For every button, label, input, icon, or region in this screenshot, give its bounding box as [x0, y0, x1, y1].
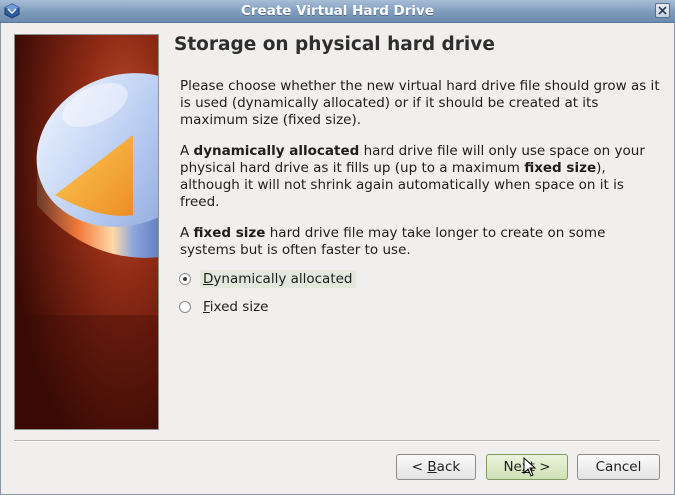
- window-title: Create Virtual Hard Drive: [240, 3, 434, 19]
- dynamically-allocated-option[interactable]: Dynamically allocated: [178, 269, 356, 289]
- fixed-size-option[interactable]: Fixed size: [178, 297, 271, 317]
- description-dynamic: A dynamically allocated hard drive file …: [180, 143, 645, 210]
- close-icon: [658, 6, 667, 15]
- cancel-button[interactable]: Cancel: [577, 454, 660, 480]
- fixed-size-label[interactable]: Fixed size: [200, 298, 271, 316]
- close-button[interactable]: [655, 3, 670, 18]
- fixed-size-radio[interactable]: [179, 301, 191, 313]
- dynamically-allocated-label[interactable]: Dynamically allocated: [200, 270, 356, 288]
- mouse-pointer-icon: [523, 457, 537, 477]
- title-bar[interactable]: Create Virtual Hard Drive: [0, 0, 675, 23]
- page-title: Storage on physical hard drive: [174, 34, 495, 55]
- description-intro: Please choose whether the new virtual ha…: [180, 78, 660, 128]
- hard-drive-pie-illustration: [14, 34, 159, 430]
- description-fixed: A fixed size hard drive file may take lo…: [180, 225, 606, 258]
- dynamically-allocated-radio[interactable]: [179, 273, 191, 285]
- back-button[interactable]: < Back: [396, 454, 476, 480]
- button-separator: [14, 440, 660, 442]
